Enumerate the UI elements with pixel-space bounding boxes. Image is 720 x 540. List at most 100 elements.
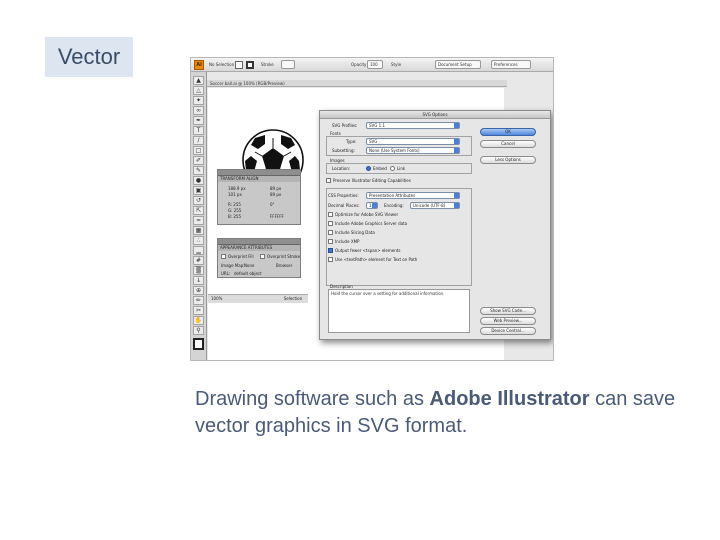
css-properties-select[interactable]: Presentation Attributes	[366, 192, 460, 199]
fewer-tspan-label: Output fewer <tspan> elements	[335, 248, 401, 253]
browser-button[interactable]: Browser	[276, 263, 292, 268]
slicing-data-checkbox[interactable]	[328, 230, 333, 235]
url-field[interactable]: default object	[234, 271, 262, 276]
overprint-stroke-checkbox[interactable]	[260, 254, 265, 259]
preserve-editing-label: Preserve Illustrator Editing Capabilitie…	[333, 178, 411, 183]
transform-panel: TRANSFORM ALIGN 188.9 px 101 px 89 px 89…	[217, 169, 301, 225]
slicing-data-label: Include Slicing Data	[335, 230, 375, 235]
dialog-title: SVG Options	[320, 111, 550, 119]
style-label: Style	[391, 62, 402, 67]
device-central-button[interactable]: Device Central...	[480, 327, 536, 335]
h-value[interactable]: 89 px	[270, 192, 281, 197]
svg-options-dialog: SVG Options SVG Profiles: SVG 1.1 Fonts …	[319, 110, 551, 340]
hand-tool-icon: ✋	[193, 316, 204, 325]
web-preview-button[interactable]: Web Preview...	[480, 317, 536, 325]
free-transform-tool-icon: ▦	[193, 226, 204, 235]
include-xmp-label: Include XMP	[335, 239, 360, 244]
type-tool-icon: T	[193, 126, 204, 135]
optimize-viewer-checkbox[interactable]	[328, 212, 333, 217]
stroke-swatch[interactable]	[246, 61, 254, 69]
mesh-tool-icon: #	[193, 256, 204, 265]
angle-value[interactable]: 0°	[270, 202, 275, 207]
transform-panel-tabs[interactable]: TRANSFORM ALIGN	[218, 176, 300, 182]
color-r-value[interactable]: R: 255	[228, 202, 241, 207]
encoding-label: Encoding:	[384, 203, 404, 208]
document-setup-button[interactable]: Document Setup	[435, 60, 481, 69]
preserve-editing-checkbox[interactable]	[326, 178, 331, 183]
overprint-stroke-label: Overprint Stroke	[267, 254, 301, 259]
decimal-places-field[interactable]: 1	[366, 202, 378, 209]
tools-panel: ▲ △ ✦ ∞ ✒ T ∕ □ ✐ ✎ ● ▣ ↺ ⇱ ≈ ▦ ∴ ▁ # ▒ …	[191, 72, 207, 360]
blob-brush-tool-icon: ●	[193, 176, 204, 185]
stroke-weight-field[interactable]	[281, 60, 295, 69]
warp-tool-icon: ≈	[193, 216, 204, 225]
opacity-field[interactable]: 100	[367, 60, 383, 69]
slide-caption: Drawing software such as Adobe Illustrat…	[195, 386, 695, 440]
eyedropper-tool-icon: ↓	[193, 276, 204, 285]
status-text[interactable]: Selection	[284, 296, 302, 301]
scissors-tool-icon: ✂	[193, 306, 204, 315]
fewer-tspan-checkbox[interactable]	[328, 248, 333, 253]
type-label: Type:	[346, 139, 357, 144]
encoding-select[interactable]: Unicode (UTF-8)	[410, 202, 460, 209]
include-xmp-checkbox[interactable]	[328, 239, 333, 244]
app-logo-icon: Ai	[194, 60, 204, 70]
textpath-checkbox[interactable]	[328, 257, 333, 262]
less-options-button[interactable]: Less Options	[480, 156, 536, 164]
attributes-panel: APPEARANCE ATTRIBUTES Overprint Fill Ove…	[217, 238, 301, 278]
description-box: Hold the cursor over a setting for addit…	[328, 289, 470, 333]
rectangle-tool-icon: □	[193, 146, 204, 155]
subsetting-label: Subsetting:	[332, 148, 355, 153]
illustrator-screenshot: Ai No Selection Stroke Opacity 100 Style…	[190, 57, 554, 361]
overprint-fill-checkbox[interactable]	[221, 254, 226, 259]
pencil-tool-icon: ✎	[193, 166, 204, 175]
caption-text-start: Drawing software such as	[195, 388, 430, 410]
decimal-places-label: Decimal Places:	[328, 203, 360, 208]
direct-selection-tool-icon: △	[193, 86, 204, 95]
optimize-viewer-label: Optimize for Adobe SVG Viewer	[335, 212, 399, 217]
w-value[interactable]: 89 px	[270, 186, 281, 191]
magic-wand-tool-icon: ✦	[193, 96, 204, 105]
hex-value[interactable]: FFFFFF	[270, 214, 284, 219]
scale-tool-icon: ⇱	[193, 206, 204, 215]
slide-title: Vector	[57, 44, 121, 69]
zoom-level[interactable]: 100%	[211, 296, 222, 301]
show-svg-code-button[interactable]: Show SVG Code...	[480, 307, 536, 315]
subsetting-select[interactable]: None (Use System Fonts)	[366, 147, 460, 154]
graphics-server-label: Include Adobe Graphics Server data	[335, 221, 408, 226]
paintbrush-tool-icon: ✐	[193, 156, 204, 165]
color-b-value[interactable]: B: 255	[228, 214, 241, 219]
ok-button[interactable]: OK	[480, 128, 536, 136]
overprint-fill-label: Overprint Fill	[228, 254, 254, 259]
embed-label: Embed	[373, 166, 387, 171]
graphics-server-checkbox[interactable]	[328, 221, 333, 226]
document-tab[interactable]: Soccer ball.ai @ 100% (RGB/Preview)	[207, 80, 507, 87]
svg-profiles-select[interactable]: SVG 1.1	[366, 122, 460, 129]
preferences-button[interactable]: Preferences	[491, 60, 531, 69]
type-select[interactable]: SVG	[366, 138, 460, 145]
fill-stroke-swatches-icon[interactable]	[193, 338, 204, 350]
fill-swatch[interactable]	[235, 61, 243, 69]
image-map-select[interactable]: None	[244, 263, 254, 268]
y-value[interactable]: 101 px	[228, 192, 242, 197]
location-label: Location:	[332, 166, 351, 171]
lasso-tool-icon: ∞	[193, 106, 204, 115]
embed-radio[interactable]	[366, 166, 371, 171]
opacity-label: Opacity	[351, 62, 367, 67]
attributes-panel-tabs[interactable]: APPEARANCE ATTRIBUTES	[218, 245, 300, 251]
color-g-value[interactable]: G: 255	[228, 208, 241, 213]
line-tool-icon: ∕	[193, 136, 204, 145]
url-label: URL:	[221, 271, 231, 276]
slice-tool-icon: ✏	[193, 296, 204, 305]
status-bar: 100% Selection	[208, 294, 308, 303]
link-label: Link	[397, 166, 406, 171]
symbol-sprayer-tool-icon: ∴	[193, 236, 204, 245]
x-value[interactable]: 188.9 px	[228, 186, 246, 191]
cancel-button[interactable]: Cancel	[480, 140, 536, 148]
rotate-tool-icon: ↺	[193, 196, 204, 205]
css-properties-label: CSS Properties:	[328, 193, 359, 198]
graph-tool-icon: ▁	[193, 246, 204, 255]
link-radio[interactable]	[390, 166, 395, 171]
zoom-tool-icon: ⚲	[193, 326, 204, 335]
control-bar: Ai No Selection Stroke Opacity 100 Style…	[191, 58, 553, 72]
